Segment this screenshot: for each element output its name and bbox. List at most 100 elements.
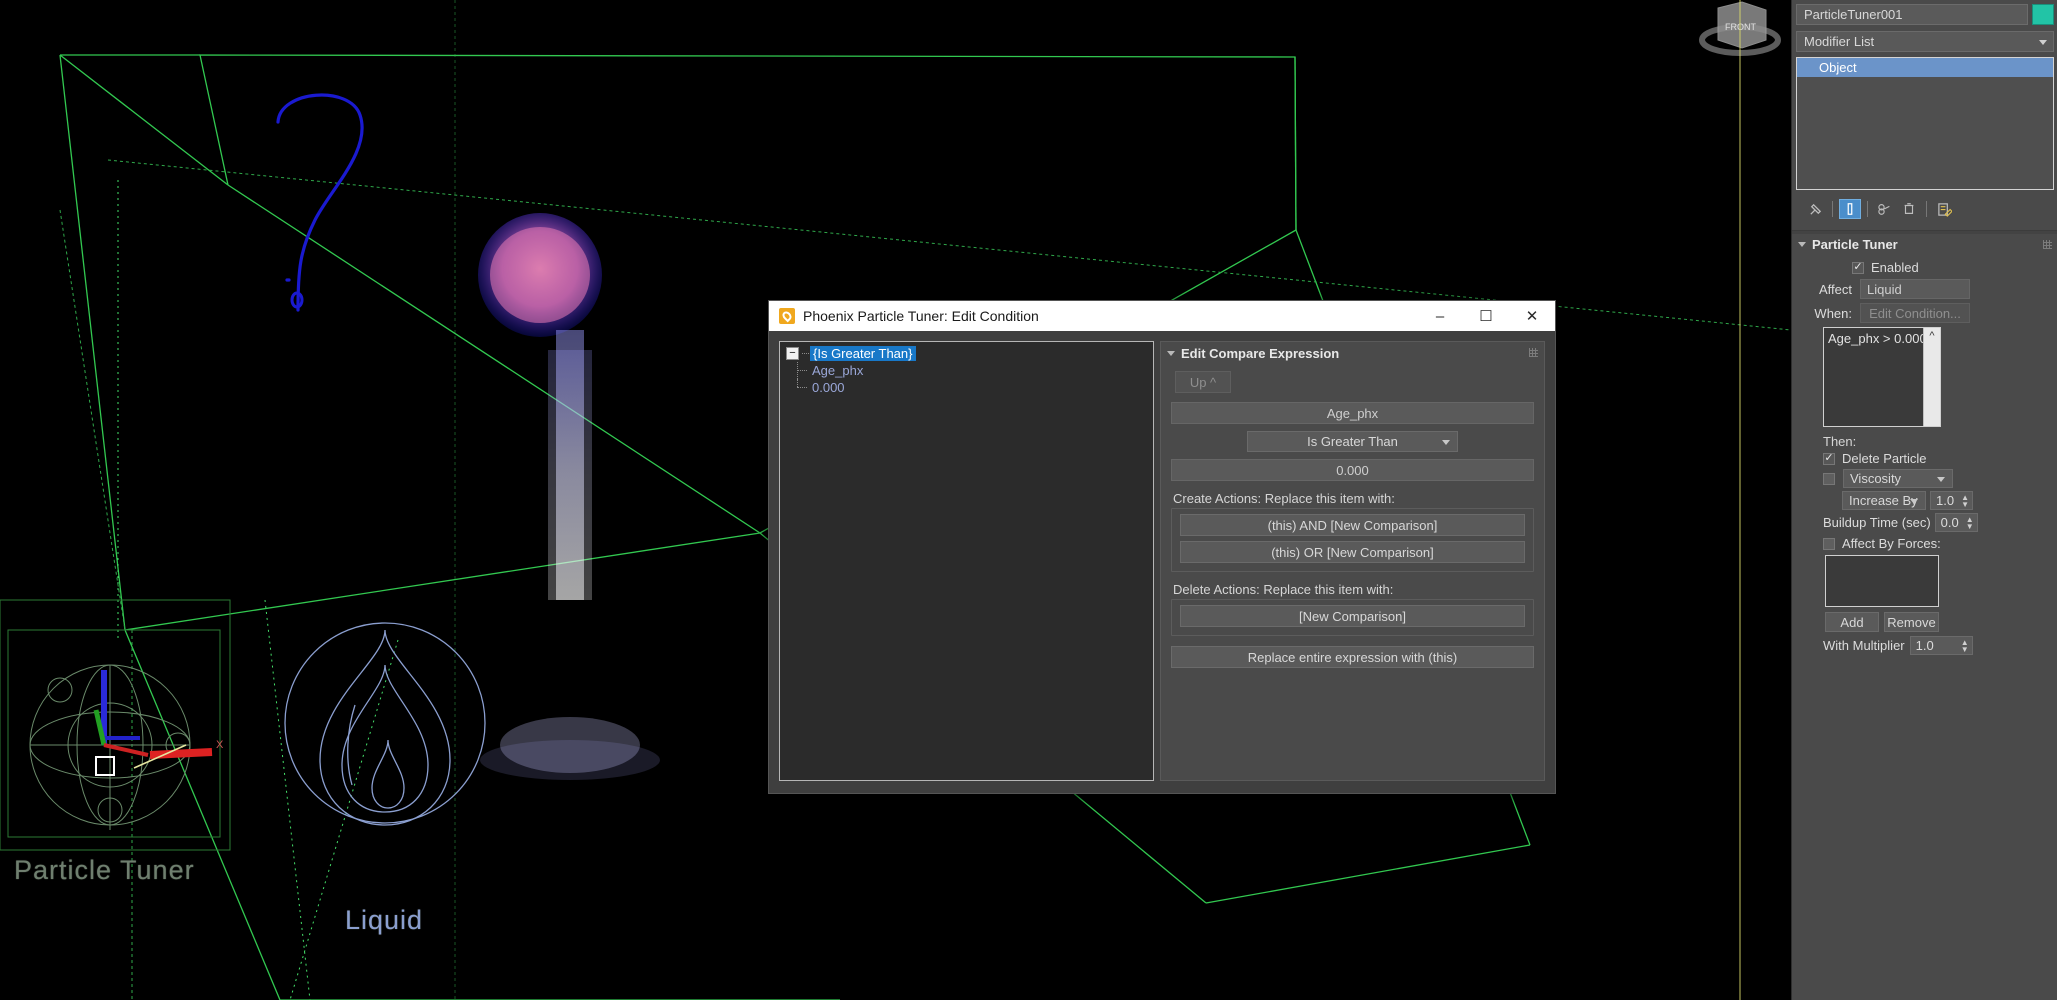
right-operand-button[interactable]: 0.000 (1171, 459, 1534, 481)
dialog-titlebar[interactable]: Phoenix Particle Tuner: Edit Condition –… (769, 301, 1555, 331)
chevron-down-icon[interactable] (1167, 350, 1175, 356)
spinner-arrows-icon[interactable]: ▲ ▼ (1961, 493, 1969, 508)
left-operand-button[interactable]: Age_phx (1171, 402, 1534, 424)
minimize-button[interactable]: – (1417, 301, 1463, 331)
toolbar-separator (1832, 201, 1833, 217)
new-comparison-button[interactable]: [New Comparison] (1180, 605, 1525, 627)
phoenix-drop-icon (779, 308, 795, 324)
delete-particle-row: ✓ Delete Particle (1823, 451, 2050, 466)
tree-node-operand-label[interactable]: Age_phx (812, 363, 863, 378)
tree-connector (794, 379, 812, 396)
forces-buttons-row: Add Remove (1825, 612, 2050, 632)
delete-particle-label: Delete Particle (1842, 451, 1927, 466)
tree-connector (802, 353, 809, 354)
delete-particle-checkbox[interactable]: ✓ (1823, 452, 1835, 465)
dialog-title: Phoenix Particle Tuner: Edit Condition (803, 308, 1039, 324)
chevron-down-icon[interactable] (1798, 241, 1806, 247)
expression-tree[interactable]: − {Is Greater Than} Age_phx 0.000 (779, 341, 1154, 781)
command-panel: ParticleTuner001 Modifier List Object Pa… (1791, 0, 2057, 1000)
buildup-time-spinner[interactable]: 0.0 ▲ ▼ (1934, 513, 1978, 532)
edit-compare-expression-rollout: Edit Compare Expression Up ^ Age_phx Is … (1160, 341, 1545, 781)
enabled-checkbox[interactable]: ✓ (1852, 261, 1864, 274)
operator-dropdown[interactable]: Is Greater Than (1247, 431, 1458, 452)
increase-by-value: 1.0 (1936, 493, 1955, 508)
edit-condition-button[interactable]: Edit Condition... (1860, 303, 1970, 323)
enabled-label: Enabled (1871, 260, 1919, 275)
viscosity-value: Viscosity (1850, 471, 1902, 486)
svg-text:FRONT: FRONT (1725, 22, 1756, 32)
increase-by-dropdown[interactable]: Increase By (1842, 491, 1926, 510)
increase-by-row: Increase By 1.0 ▲ ▼ (1842, 491, 2050, 510)
stack-item-object[interactable]: Object (1797, 58, 2053, 77)
viscosity-row: Viscosity (1823, 469, 2050, 488)
svg-text:X: X (216, 739, 224, 751)
increase-by-label: Increase By (1849, 493, 1918, 508)
then-label: Then: (1823, 434, 1857, 449)
particle-tuner-gizmo: X (0, 599, 231, 851)
maximize-button[interactable]: ☐ (1463, 301, 1509, 331)
make-unique-icon[interactable] (1874, 199, 1896, 219)
or-new-comparison-button[interactable]: (this) OR [New Comparison] (1180, 541, 1525, 563)
affect-by-forces-checkbox[interactable] (1823, 537, 1835, 550)
modifier-list-label: Modifier List (1804, 34, 1875, 49)
toolbar-separator (1867, 201, 1868, 217)
forces-listbox[interactable] (1825, 555, 1939, 607)
expression-scrollbar[interactable]: ^ (1923, 328, 1940, 426)
object-color-swatch[interactable] (2032, 4, 2054, 25)
modifier-stack-toolbar[interactable] (1792, 190, 2057, 221)
rollout-header[interactable]: Edit Compare Expression (1161, 342, 1544, 364)
and-new-comparison-button[interactable]: (this) AND [New Comparison] (1180, 514, 1525, 536)
enabled-row: ✓ Enabled (1852, 260, 2050, 275)
grip-icon (2043, 240, 2052, 249)
view-cube[interactable]: FRONT (1699, 0, 1781, 1000)
with-multiplier-row: With Multiplier 1.0 ▲ ▼ (1823, 636, 2050, 655)
operator-value: Is Greater Than (1307, 434, 1398, 449)
tree-collapse-icon[interactable]: − (786, 347, 799, 360)
particle-tuner-rollout: Particle Tuner ✓ Enabled Affect Liquid W… (1792, 234, 2057, 663)
expression-listbox[interactable]: Age_phx > 0.000 ^ (1823, 327, 1941, 427)
edit-condition-dialog[interactable]: Phoenix Particle Tuner: Edit Condition –… (768, 300, 1556, 794)
tree-node-root-label[interactable]: {Is Greater Than} (810, 346, 916, 361)
with-multiplier-spinner[interactable]: 1.0 ▲ ▼ (1909, 636, 1973, 655)
remove-force-button[interactable]: Remove (1884, 612, 1939, 632)
chevron-down-icon (1937, 476, 1945, 482)
modifier-list-dropdown[interactable]: Modifier List (1796, 31, 2054, 52)
modifier-stack[interactable]: Object (1796, 57, 2054, 190)
replace-expression-button[interactable]: Replace entire expression with (this) (1171, 646, 1534, 668)
spinner-arrows-icon[interactable]: ▲ ▼ (1961, 638, 1969, 653)
object-name-row: ParticleTuner001 (1792, 0, 2057, 25)
chevron-down-icon (1442, 439, 1450, 445)
with-multiplier-label: With Multiplier (1823, 638, 1905, 653)
buildup-time-label: Buildup Time (sec) (1823, 515, 1931, 530)
up-button[interactable]: Up ^ (1175, 371, 1231, 393)
pin-stack-icon[interactable] (1804, 199, 1826, 219)
affect-by-forces-row: Affect By Forces: (1823, 536, 2050, 551)
object-name-field[interactable]: ParticleTuner001 (1796, 4, 2028, 25)
add-force-button[interactable]: Add (1825, 612, 1879, 632)
remove-modifier-icon[interactable] (1898, 199, 1920, 219)
viewport-label-liquid: Liquid (345, 905, 424, 935)
chevron-down-icon (2039, 39, 2047, 45)
show-end-result-icon[interactable] (1839, 199, 1861, 219)
viscosity-checkbox[interactable] (1823, 472, 1835, 485)
spinner-arrows-icon[interactable]: ▲ ▼ (1966, 515, 1974, 530)
tree-row[interactable]: − {Is Greater Than} (780, 345, 1153, 362)
configure-modifier-sets-icon[interactable] (1933, 199, 1955, 219)
tree-row[interactable]: 0.000 (780, 379, 1153, 396)
window-buttons[interactable]: – ☐ ✕ (1417, 301, 1555, 331)
close-button[interactable]: ✕ (1509, 301, 1555, 331)
expression-text[interactable]: Age_phx > 0.000 (1824, 328, 1923, 426)
create-actions-group: (this) AND [New Comparison] (this) OR [N… (1171, 508, 1534, 572)
increase-by-spinner[interactable]: 1.0 ▲ ▼ (1930, 491, 1973, 510)
particle-tuner-header[interactable]: Particle Tuner (1792, 234, 2057, 254)
tree-row[interactable]: Age_phx (780, 362, 1153, 379)
buildup-time-value: 0.0 (1940, 515, 1959, 530)
affect-dropdown[interactable]: Liquid (1860, 279, 1970, 299)
viewport-label-particle-tuner: Particle Tuner (14, 855, 195, 885)
particle-tuner-title: Particle Tuner (1812, 236, 1898, 252)
buildup-time-row: Buildup Time (sec) 0.0 ▲ ▼ (1823, 513, 2050, 532)
when-row: When: Edit Condition... (1800, 303, 2050, 323)
viscosity-dropdown[interactable]: Viscosity (1843, 469, 1953, 488)
liquid-source-icon (284, 622, 486, 826)
tree-node-value-label[interactable]: 0.000 (812, 380, 845, 395)
